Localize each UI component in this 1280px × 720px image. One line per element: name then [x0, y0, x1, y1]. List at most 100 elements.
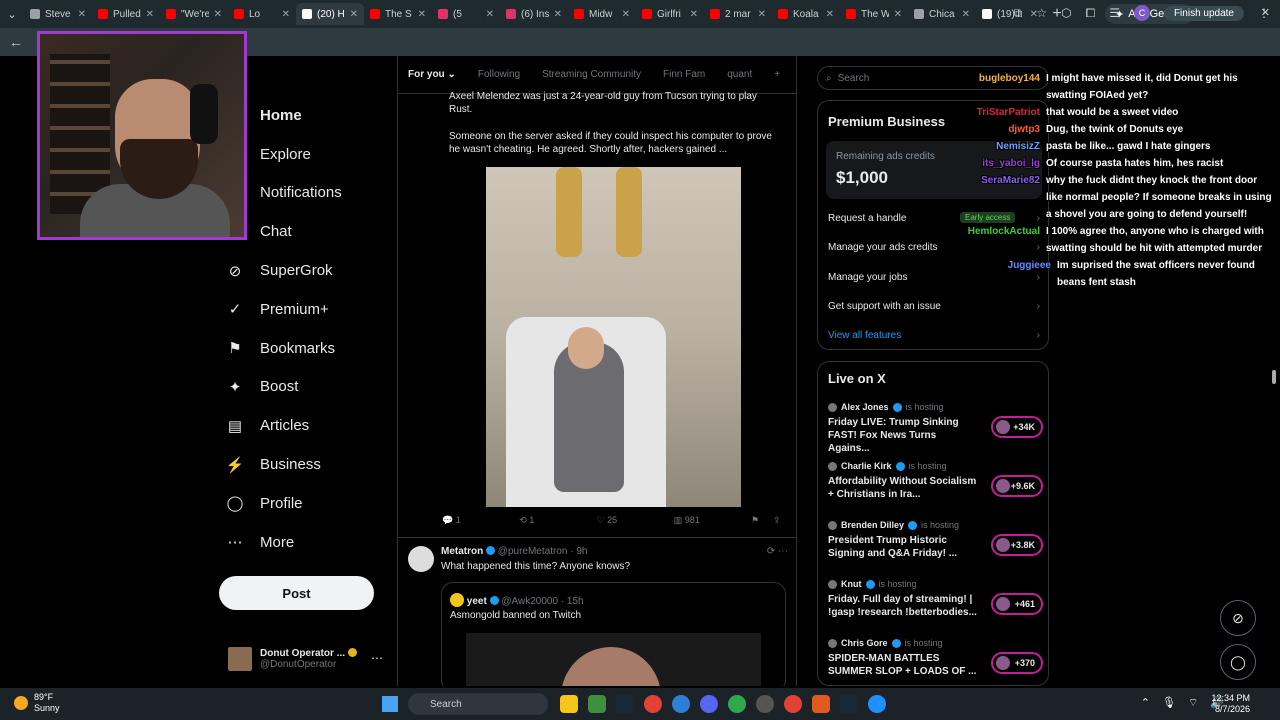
tweet-more-icon[interactable]: ⟳ ⋯ [767, 546, 788, 557]
tab-quant[interactable]: quant [727, 69, 752, 80]
settings-gear-icon[interactable] [756, 695, 774, 713]
tab-search-icon[interactable]: ⌄ [0, 8, 24, 21]
weather-widget[interactable]: 89°F Sunny [14, 692, 60, 714]
messages-button[interactable]: ◯ [1220, 644, 1256, 680]
tab-close-icon[interactable]: ✕ [350, 9, 358, 20]
scrollbar[interactable] [1270, 56, 1278, 688]
tab-close-icon[interactable]: ✕ [894, 9, 902, 20]
puzzle-icon[interactable]: ⧠ [1086, 6, 1096, 21]
back-arrow-icon[interactable]: ← [0, 34, 32, 50]
tab-finn-fam[interactable]: Finn Fam [663, 69, 705, 80]
chat-username[interactable]: NemisizZ [996, 138, 1040, 155]
post-text-line[interactable]: Someone on the server asked if they coul… [449, 130, 779, 156]
reply-button[interactable]: 💬 1 [442, 515, 519, 526]
edge-icon[interactable] [672, 695, 690, 713]
microphone-icon[interactable]: 🎙 [1162, 696, 1176, 710]
live-broadcast-item[interactable]: Charlie Kirk is hosting Affordability With… [828, 461, 1043, 517]
tab-close-icon[interactable]: ✕ [758, 9, 766, 20]
tab-list-icon[interactable]: ☰ [1109, 6, 1120, 20]
tab-close-icon[interactable]: ✕ [826, 9, 834, 20]
tab-close-icon[interactable]: ✕ [690, 9, 698, 20]
browser-tab[interactable]: The S ✕ [364, 3, 432, 25]
add-tab-icon[interactable]: + [774, 69, 780, 80]
nav-item-supergrok[interactable]: ⊘ SuperGrok [220, 251, 390, 290]
account-switcher[interactable]: Donut Operator ... @DonutOperator ⋯ [228, 643, 388, 675]
post-button[interactable]: Post [219, 576, 374, 610]
bookmark-star-icon[interactable]: ☆ [1036, 6, 1047, 20]
tab-close-icon[interactable]: ✕ [486, 9, 494, 20]
get-support-link[interactable]: Get support with an issue › [828, 301, 1040, 312]
taskbar-search[interactable]: Search [408, 693, 548, 715]
tab-close-icon[interactable]: ✕ [418, 9, 426, 20]
tab-close-icon[interactable]: ✕ [214, 9, 222, 20]
tab-close-icon[interactable]: ✕ [962, 9, 970, 20]
grok-button[interactable]: ⊘ [1220, 600, 1256, 636]
browser-tab[interactable]: Midw ✕ [568, 3, 636, 25]
tray-expand-icon[interactable]: ⌃ [1141, 696, 1150, 710]
nvidia-icon[interactable] [588, 695, 606, 713]
nav-item-articles[interactable]: ▤ Articles [220, 406, 390, 445]
steam-icon[interactable] [840, 695, 858, 713]
tab-streaming-community[interactable]: Streaming Community [542, 69, 641, 80]
tab-close-icon[interactable]: ✕ [554, 9, 562, 20]
chat-username[interactable]: djwtp3 [1008, 121, 1040, 138]
live-broadcast-item[interactable]: Knut is hosting Friday. Full day of stream… [828, 579, 1043, 635]
author-name[interactable]: Metatron [441, 546, 483, 557]
share-icon[interactable]: ⇪ [773, 515, 787, 526]
nav-item-profile[interactable]: ◯ Profile [220, 484, 390, 523]
avatar[interactable] [408, 546, 434, 572]
extension-icon[interactable]: ⬡ [1061, 6, 1071, 20]
nav-item-bookmarks[interactable]: ⚑ Bookmarks [220, 329, 390, 368]
chat-username[interactable]: Juggieee [1008, 257, 1051, 274]
browser-tab[interactable]: Pulled ✕ [92, 3, 160, 25]
tab-following[interactable]: Following [478, 69, 520, 80]
chat-username[interactable]: its_yaboi_lg [982, 155, 1040, 172]
tab-for-you[interactable]: For you ⌄ [408, 69, 456, 80]
manage-ads-credits-link[interactable]: Manage your ads credits › [828, 242, 1040, 253]
nav-item-boost[interactable]: ✦ Boost [220, 368, 390, 407]
nav-item-more[interactable]: ⋯ More [220, 523, 390, 562]
nav-item-premium-plus[interactable]: ✓ Premium+ [220, 290, 390, 329]
tab-close-icon[interactable]: ✕ [622, 9, 630, 20]
account-more-icon[interactable]: ⋯ [371, 651, 383, 665]
browser-tab[interactable]: "We're ✕ [160, 3, 228, 25]
chrome-icon[interactable] [644, 695, 662, 713]
scrollbar-thumb[interactable] [1272, 370, 1276, 384]
app-icon[interactable] [868, 695, 886, 713]
steam-icon[interactable] [616, 695, 634, 713]
app-icon[interactable] [812, 695, 830, 713]
file-explorer-icon[interactable] [560, 695, 578, 713]
chrome-active-icon[interactable] [784, 695, 802, 713]
xbox-icon[interactable] [728, 695, 746, 713]
finish-update-button[interactable]: Finish update [1163, 5, 1244, 21]
post-image[interactable] [486, 167, 741, 507]
repost-button[interactable]: ⟲ 1 [519, 515, 596, 526]
network-icon[interactable]: ⌔ [1188, 696, 1198, 710]
quoted-tweet[interactable]: yeet @Awk20000 · 15h Asmongold banned on… [441, 582, 786, 686]
live-broadcast-item[interactable]: Chris Gore is hosting SPIDER-MAN BATTLES S… [828, 638, 1043, 685]
tab-close-icon[interactable]: ✕ [282, 9, 290, 20]
profile-avatar[interactable]: C [1133, 5, 1150, 21]
live-broadcast-item[interactable]: Alex Jones is hosting Friday LIVE: Trump S… [828, 402, 1043, 458]
browser-tab[interactable]: Girlfri ✕ [636, 3, 704, 25]
browser-tab[interactable]: 2 mar ✕ [704, 3, 772, 25]
view-all-features-link[interactable]: View all features › [828, 330, 1040, 341]
chat-username[interactable]: TriStarPatriot [977, 104, 1040, 121]
menu-kebab-icon[interactable]: ⋮ [1258, 6, 1270, 20]
chat-username[interactable]: SeraMarie82 [981, 172, 1040, 189]
browser-tab[interactable]: Chica ✕ [908, 3, 976, 25]
clock[interactable]: 12:34 PM 8/7/2026 [1211, 693, 1250, 715]
browser-tab[interactable]: (6) Ins ✕ [500, 3, 568, 25]
browser-tab[interactable]: Lo ✕ [228, 3, 296, 25]
chat-username[interactable]: bugleboy144 [979, 70, 1040, 87]
tab-close-icon[interactable]: ✕ [78, 9, 86, 20]
nav-item-business[interactable]: ⚡ Business [220, 445, 390, 484]
browser-tab[interactable]: Koala ✕ [772, 3, 840, 25]
chat-username[interactable]: HemlockActual [968, 223, 1040, 240]
browser-tab[interactable]: Steve ✕ [24, 3, 92, 25]
browser-tab[interactable]: (5 ✕ [432, 3, 500, 25]
views-button[interactable]: ▥ 981 [674, 515, 751, 526]
quote-image[interactable] [466, 633, 761, 686]
bookmark-icon[interactable]: ⚑ [751, 515, 773, 526]
browser-tab[interactable]: The W ✕ [840, 3, 908, 25]
